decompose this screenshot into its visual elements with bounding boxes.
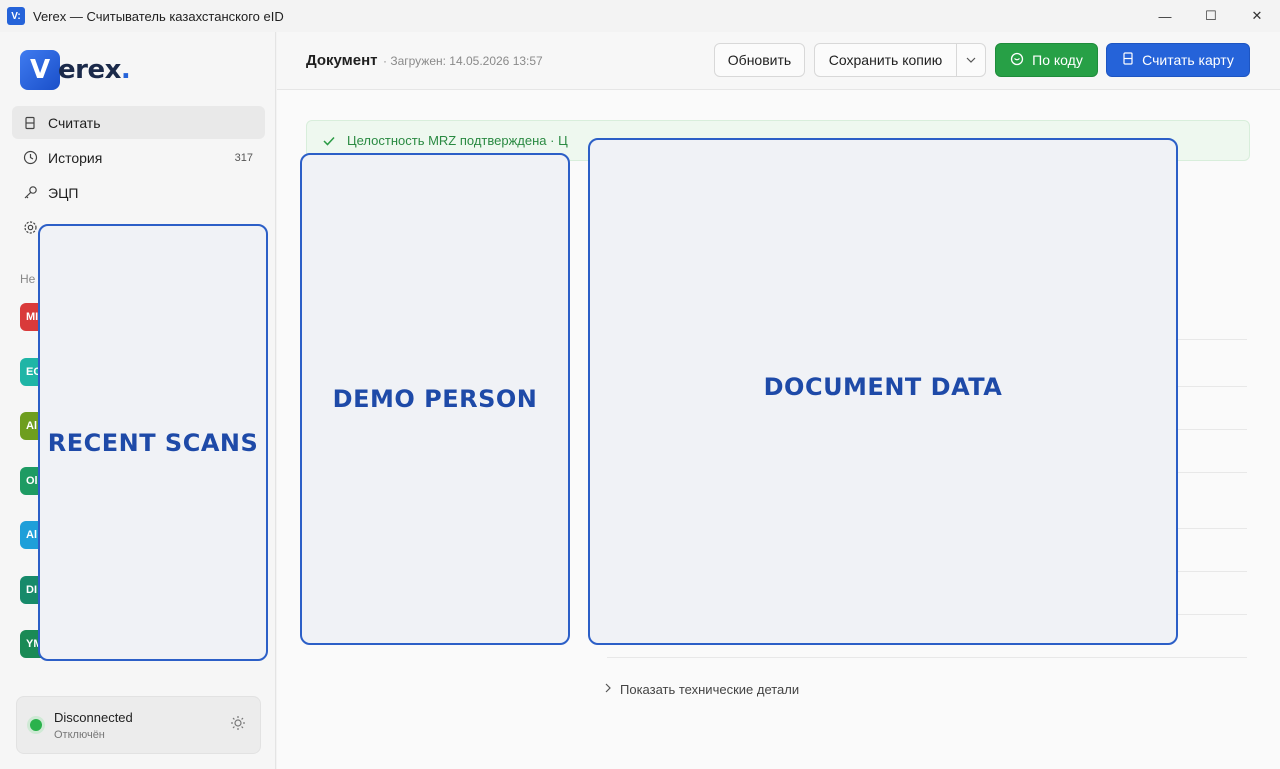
page-title: Документ xyxy=(306,52,378,69)
close-button[interactable]: ✕ xyxy=(1234,0,1280,32)
sidebar-item-read[interactable]: Считать xyxy=(12,106,265,139)
card-icon xyxy=(22,115,38,131)
demo-person-label: DEMO PERSON xyxy=(332,385,538,413)
show-technical-details-toggle[interactable]: Показать технические детали xyxy=(605,682,799,697)
clock-icon xyxy=(22,150,38,166)
window-controls: — ☐ ✕ xyxy=(1142,0,1280,32)
logo: V erex. xyxy=(20,50,131,90)
title-bar: V: Verex — Считыватель казахстанского eI… xyxy=(0,0,1280,32)
sidebar-item-label: ЭЦП xyxy=(48,184,79,201)
read-card-label: Считать карту xyxy=(1142,52,1234,68)
field-divider xyxy=(607,657,1247,658)
main-content: Документ · Загружен: 14.05.2026 13:57 Об… xyxy=(277,32,1280,769)
status-dot xyxy=(30,719,42,731)
status-subtitle: Отключён xyxy=(54,729,105,741)
sidebar-item-eds[interactable]: ЭЦП xyxy=(12,176,265,209)
check-icon xyxy=(323,133,335,149)
app-icon: V: xyxy=(7,7,25,25)
maximize-button[interactable]: ☐ xyxy=(1188,0,1234,32)
recent-scans-label: RECENT SCANS xyxy=(47,428,259,457)
chevron-down-icon[interactable] xyxy=(956,43,986,77)
gear-icon xyxy=(22,220,38,236)
key-icon xyxy=(22,185,38,201)
recent-section-label: Не xyxy=(20,272,36,286)
logo-text: erex. xyxy=(58,55,131,85)
status-title: Disconnected xyxy=(54,710,133,725)
demo-person-placeholder: DEMO PERSON xyxy=(300,153,570,645)
loaded-timestamp: · Загружен: 14.05.2026 13:57 xyxy=(383,54,543,68)
sun-icon[interactable] xyxy=(230,715,246,736)
refresh-button[interactable]: Обновить xyxy=(714,43,805,77)
sidebar-item-history[interactable]: История 317 xyxy=(12,141,265,174)
recent-scans-placeholder: RECENT SCANS xyxy=(38,224,268,661)
minimize-button[interactable]: — xyxy=(1142,0,1188,32)
alert-text: Целостность MRZ подтверждена · Ц xyxy=(347,133,568,148)
history-count-badge: 317 xyxy=(234,151,253,164)
document-header: Документ · Загружен: 14.05.2026 13:57 Об… xyxy=(277,32,1280,90)
document-data-label: DOCUMENT DATA xyxy=(763,372,1003,401)
read-card-button[interactable]: Считать карту xyxy=(1106,43,1250,77)
chevron-right-icon xyxy=(605,683,611,696)
by-code-label: По коду xyxy=(1032,52,1083,68)
save-copy-button[interactable]: Сохранить копию xyxy=(814,43,957,77)
sidebar-item-label: Считать xyxy=(48,114,101,131)
document-data-placeholder: DOCUMENT DATA xyxy=(588,138,1178,645)
technical-details-label: Показать технические детали xyxy=(620,682,800,697)
by-code-button[interactable]: По коду xyxy=(995,43,1098,77)
logo-badge: V xyxy=(20,50,60,90)
connection-status-card: Disconnected Отключён xyxy=(16,696,261,754)
sidebar-item-label: История xyxy=(48,149,103,166)
chat-icon xyxy=(1010,52,1024,69)
card-icon xyxy=(1122,52,1134,68)
window-title: Verex — Считыватель казахстанского eID xyxy=(33,8,284,24)
